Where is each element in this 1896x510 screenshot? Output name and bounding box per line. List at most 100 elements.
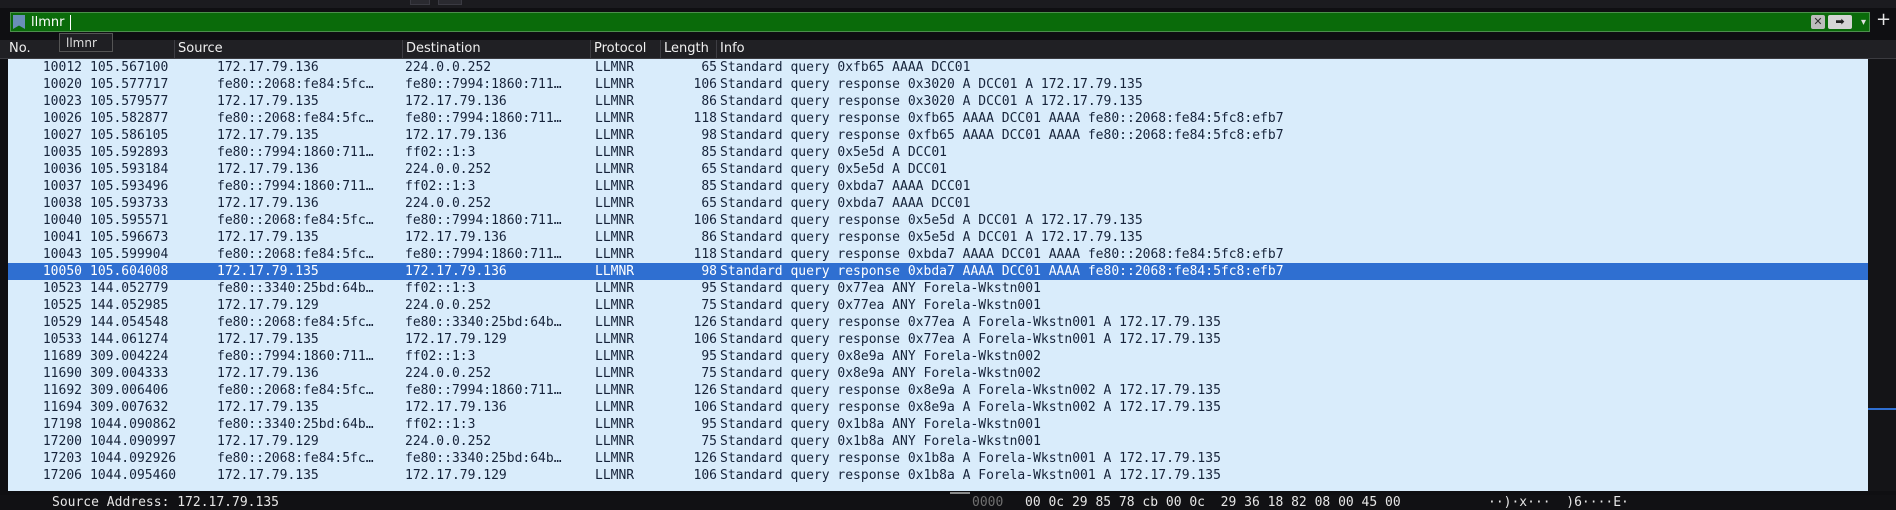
packet-protocol: LLMNR: [595, 366, 635, 381]
packet-time: 105.593184: [90, 162, 169, 177]
packet-length: 126: [693, 383, 717, 398]
packet-info: Standard query response 0x5e5d A DCC01 A…: [720, 213, 1143, 228]
column-header-protocol[interactable]: Protocol: [590, 40, 660, 58]
packet-row[interactable]: 10026 105.582877 fe80::2068:fe84:5fc… fe80:…: [8, 110, 1868, 127]
packet-number: 10523: [42, 281, 82, 296]
packet-protocol: LLMNR: [595, 111, 635, 126]
packet-protocol: LLMNR: [595, 145, 635, 160]
text-cursor: [70, 15, 71, 30]
packet-row[interactable]: 10529 144.054548 fe80::2068:fe84:5fc… fe80:…: [8, 314, 1868, 331]
packet-source: 172.17.79.129: [217, 298, 319, 313]
packet-time: 105.586105: [90, 128, 169, 143]
packet-info: Standard query response 0x3020 A DCC01 A…: [720, 77, 1143, 92]
hex-bytes[interactable]: 00 0c 29 85 78 cb 00 0c 29 36 18 82 08 0…: [1025, 495, 1401, 510]
column-header-no[interactable]: No.: [6, 40, 56, 58]
splitter-grip-icon[interactable]: [950, 492, 970, 494]
packet-source: fe80::7994:1860:711…: [217, 349, 374, 364]
packet-time: 144.054548: [90, 315, 169, 330]
packet-protocol: LLMNR: [595, 298, 635, 313]
display-filter-input[interactable]: llmnr: [31, 14, 64, 31]
packet-number: 11689: [42, 349, 82, 364]
packet-row[interactable]: 10012 105.567100 172.17.79.136 224.0.0.252 L…: [8, 59, 1868, 76]
packet-length: 126: [693, 315, 717, 330]
filter-autocomplete-item[interactable]: llmnr: [59, 33, 113, 52]
packet-row[interactable]: 17203 1044.092926 fe80::2068:fe84:5fc… fe80…: [8, 450, 1868, 467]
packet-row[interactable]: 17200 1044.090997 172.17.79.129 224.0.0.252…: [8, 433, 1868, 450]
packet-list[interactable]: 10012 105.567100 172.17.79.136 224.0.0.252 L…: [8, 59, 1868, 491]
packet-destination: fe80::7994:1860:711…: [405, 111, 562, 126]
column-header-destination[interactable]: Destination: [402, 40, 590, 58]
packet-protocol: LLMNR: [595, 213, 635, 228]
packet-protocol: LLMNR: [595, 230, 635, 245]
packet-destination: ff02::1:3: [405, 281, 476, 296]
packet-row[interactable]: 11694 309.007632 172.17.79.135 172.17.79.13…: [8, 399, 1868, 416]
packet-row[interactable]: 17198 1044.090862 fe80::3340:25bd:64b… ff02…: [8, 416, 1868, 433]
packet-number: 10035: [42, 145, 82, 160]
packet-number: 10012: [42, 60, 82, 75]
packet-info: Standard query 0x5e5d A DCC01: [720, 145, 947, 160]
hex-ascii[interactable]: ··)·x··· )6····E·: [1488, 495, 1629, 510]
packet-number: 10533: [42, 332, 82, 347]
packet-protocol: LLMNR: [595, 349, 635, 364]
packet-source: 172.17.79.129: [217, 434, 319, 449]
add-filter-button[interactable]: +: [1876, 10, 1891, 30]
packet-row[interactable]: 10035 105.592893 fe80::7994:1860:711… ff02:…: [8, 144, 1868, 161]
packet-row[interactable]: 10038 105.593733 172.17.79.136 224.0.0.252 L…: [8, 195, 1868, 212]
packet-number: 10038: [42, 196, 82, 211]
display-filter-bar[interactable]: llmnr ✕ ➡ ▾: [10, 12, 1870, 32]
packet-length: 118: [693, 111, 717, 126]
packet-row[interactable]: 10041 105.596673 172.17.79.135 172.17.79.13…: [8, 229, 1868, 246]
chevron-down-icon[interactable]: ▾: [1861, 14, 1866, 31]
packet-row[interactable]: 11690 309.004333 172.17.79.136 224.0.0.252 L…: [8, 365, 1868, 382]
packet-row[interactable]: 10036 105.593184 172.17.79.136 224.0.0.252 L…: [8, 161, 1868, 178]
packet-time: 144.052985: [90, 298, 169, 313]
packet-info: Standard query response 0xbda7 AAAA DCC0…: [720, 264, 1284, 279]
packet-source: 172.17.79.135: [217, 468, 319, 483]
packet-destination: 224.0.0.252: [405, 60, 492, 75]
packet-time: 1044.095460: [90, 468, 177, 483]
packet-source: 172.17.79.135: [217, 128, 319, 143]
packet-source: fe80::2068:fe84:5fc…: [217, 247, 374, 262]
packet-source: 172.17.79.135: [217, 94, 319, 109]
packet-source: 172.17.79.136: [217, 366, 319, 381]
packet-source: fe80::3340:25bd:64b…: [217, 417, 374, 432]
packet-number: 17198: [42, 417, 82, 432]
packet-row[interactable]: 17206 1044.095460 172.17.79.135 172.17.79.1…: [8, 467, 1868, 484]
packet-row[interactable]: 10027 105.586105 172.17.79.135 172.17.79.13…: [8, 127, 1868, 144]
packet-info: Standard query response 0x8e9a A Forela-…: [720, 383, 1221, 398]
packet-row[interactable]: 11689 309.004224 fe80::7994:1860:711… ff02:…: [8, 348, 1868, 365]
packet-number: 17200: [42, 434, 82, 449]
packet-source: fe80::2068:fe84:5fc…: [217, 315, 374, 330]
packet-row[interactable]: 10525 144.052985 172.17.79.129 224.0.0.252 L…: [8, 297, 1868, 314]
packet-row[interactable]: 10040 105.595571 fe80::2068:fe84:5fc… fe80:…: [8, 212, 1868, 229]
packet-row[interactable]: 10023 105.579577 172.17.79.135 172.17.79.13…: [8, 93, 1868, 110]
column-header-info[interactable]: Info: [716, 40, 1866, 58]
packet-protocol: LLMNR: [595, 77, 635, 92]
packet-detail-line[interactable]: Source Address: 172.17.79.135: [52, 495, 279, 510]
packet-info: Standard query response 0x1b8a A Forela-…: [720, 451, 1221, 466]
clear-icon[interactable]: ✕: [1811, 15, 1825, 29]
vertical-scrollbar[interactable]: [1868, 59, 1896, 491]
packet-destination: fe80::3340:25bd:64b…: [405, 315, 562, 330]
bookmark-icon[interactable]: [13, 15, 25, 29]
column-header-source[interactable]: Source: [174, 40, 332, 58]
column-header-length[interactable]: Length: [660, 40, 716, 58]
selected-packet-row[interactable]: 10050 105.604008 172.17.79.135 172.17.79.13…: [8, 263, 1868, 280]
packet-number: 17203: [42, 451, 82, 466]
packet-row[interactable]: 10020 105.577717 fe80::2068:fe84:5fc… fe80:…: [8, 76, 1868, 93]
packet-number: 10027: [42, 128, 82, 143]
packet-protocol: LLMNR: [595, 281, 635, 296]
packet-info: Standard query 0xbda7 AAAA DCC01: [720, 196, 971, 211]
packet-row[interactable]: 10037 105.593496 fe80::7994:1860:711… ff02:…: [8, 178, 1868, 195]
packet-destination: 172.17.79.136: [405, 264, 507, 279]
packet-row[interactable]: 10533 144.061274 172.17.79.135 172.17.79.12…: [8, 331, 1868, 348]
packet-row[interactable]: 10523 144.052779 fe80::3340:25bd:64b… ff02:…: [8, 280, 1868, 297]
packet-info: Standard query 0x1b8a ANY Forela-Wkstn00…: [720, 417, 1041, 432]
packet-time: 105.599904: [90, 247, 169, 262]
packet-info: Standard query response 0x3020 A DCC01 A…: [720, 94, 1143, 109]
packet-row[interactable]: 10043 105.599904 fe80::2068:fe84:5fc… fe80:…: [8, 246, 1868, 263]
packet-number: 17206: [42, 468, 82, 483]
packet-protocol: LLMNR: [595, 417, 635, 432]
apply-arrow-icon[interactable]: ➡: [1828, 15, 1852, 29]
packet-row[interactable]: 11692 309.006406 fe80::2068:fe84:5fc… fe80:…: [8, 382, 1868, 399]
